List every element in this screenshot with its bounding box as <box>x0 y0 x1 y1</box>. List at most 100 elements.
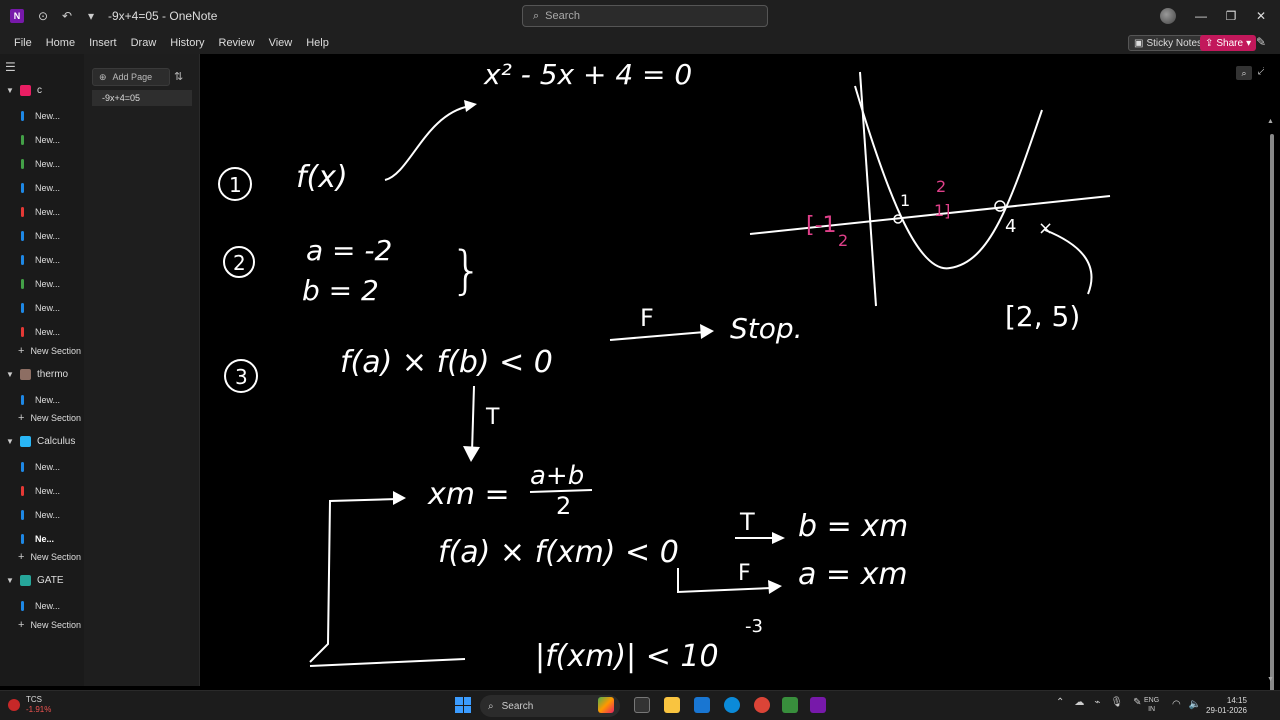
bluetooth-icon[interactable]: ⌁ <box>1094 697 1100 708</box>
start-button[interactable] <box>455 697 471 713</box>
section-item[interactable]: New... <box>0 322 84 342</box>
share-button[interactable]: ⇪ Share ▾ <box>1200 35 1257 51</box>
new-section-button[interactable]: + New Section <box>0 342 84 360</box>
section-item[interactable]: New... <box>0 390 84 410</box>
back-icon[interactable]: ⊙ <box>32 5 54 27</box>
section-item[interactable]: New... <box>0 226 84 246</box>
notebook-c[interactable]: ▼ c <box>0 80 84 100</box>
section-label: New... <box>35 279 61 289</box>
section-item[interactable]: New... <box>0 178 84 198</box>
close-button[interactable]: ✕ <box>1246 6 1276 26</box>
note-canvas[interactable]: x² - 5x + 4 = 0 1 f(x) 2 a = -2 b = 2 } … <box>200 54 1266 686</box>
menu-draw[interactable]: Draw <box>131 37 157 49</box>
notebook-icon <box>20 435 31 447</box>
file-explorer-icon[interactable] <box>664 697 680 713</box>
ink-true: T <box>485 405 500 430</box>
menu-review[interactable]: Review <box>219 37 255 49</box>
hamburger-icon[interactable]: ☰ <box>5 60 16 74</box>
sticky-notes-label: Sticky Notes <box>1146 37 1203 49</box>
section-item[interactable]: New... <box>0 130 84 150</box>
chevron-down-icon: ▼ <box>6 369 14 379</box>
add-page-button[interactable]: ⊕ Add Page <box>92 68 170 86</box>
profile-avatar[interactable] <box>1160 8 1176 24</box>
clock[interactable]: 14:15 29-01-2026 <box>1206 696 1247 716</box>
arrow-head <box>700 324 714 339</box>
pen-icon[interactable]: ✎ <box>1133 697 1141 708</box>
scroll-down-icon[interactable]: ▼ <box>1267 676 1274 683</box>
vertical-scrollbar[interactable]: ▲ ▼ <box>1264 54 1280 694</box>
section-item[interactable]: New... <box>0 298 84 318</box>
graph-x-axis <box>749 195 1111 235</box>
mic-icon[interactable]: 🎙 <box>1110 697 1123 708</box>
notebook-name: thermo <box>37 368 69 380</box>
menu-help[interactable]: Help <box>306 37 329 49</box>
new-section-label: New Section <box>30 620 81 630</box>
ink-interval: [2, 5) <box>1005 300 1080 333</box>
section-item[interactable]: New... <box>0 202 84 222</box>
search-icon: ⌕ <box>533 9 540 22</box>
section-item[interactable]: New... <box>0 274 84 294</box>
section-label: New... <box>35 231 61 241</box>
menu-home[interactable]: Home <box>46 37 75 49</box>
new-section-button[interactable]: + New Section <box>0 548 84 566</box>
ink-a-eq: a = -2 <box>306 234 392 267</box>
notebook-thermo[interactable]: ▼ thermo <box>0 364 84 384</box>
menu-file[interactable]: File <box>14 37 32 49</box>
section-item[interactable]: New... <box>0 250 84 270</box>
cloud-icon[interactable]: ☁ <box>1074 697 1084 708</box>
chevron-up-icon[interactable]: ⌃ <box>1056 697 1064 708</box>
new-section-button[interactable]: + New Section <box>0 409 84 427</box>
sort-icon[interactable]: ⇅ <box>174 70 183 83</box>
page-list: ⊕ Add Page ⇅ -9x+4=05 <box>84 54 200 686</box>
widget-app-icon[interactable] <box>598 697 614 713</box>
task-view-icon[interactable] <box>634 697 650 713</box>
section-item[interactable]: New... <box>0 457 84 477</box>
section-item[interactable]: Ne... <box>0 529 84 549</box>
section-item[interactable]: New... <box>0 106 84 126</box>
scroll-up-icon[interactable]: ▲ <box>1267 118 1274 125</box>
ink-step-3: 3 <box>235 365 248 389</box>
menu-insert[interactable]: Insert <box>89 37 117 49</box>
menu-view[interactable]: View <box>269 37 293 49</box>
wifi-icon[interactable]: ◠ <box>1172 699 1181 710</box>
ink-brace: } <box>450 241 483 301</box>
section-color-icon <box>21 601 24 611</box>
store-icon[interactable] <box>694 697 710 713</box>
section-label: New... <box>35 303 61 313</box>
search-input[interactable]: ⌕ Search <box>522 5 768 27</box>
scroll-thumb[interactable] <box>1270 134 1274 694</box>
volume-icon[interactable]: 🔈 <box>1189 699 1201 710</box>
page-item[interactable]: -9x+4=05 <box>92 90 192 106</box>
ink-frac-den: 2 <box>556 492 571 520</box>
sticky-notes-button[interactable]: ▣ Sticky Notes <box>1128 35 1209 51</box>
new-section-button[interactable]: + New Section <box>0 616 84 634</box>
chrome-icon[interactable] <box>754 697 770 713</box>
ink-pink-2b: 2 <box>838 231 848 250</box>
loop-bottom-line <box>309 658 466 667</box>
app-icon[interactable] <box>782 697 798 713</box>
minimize-button[interactable]: — <box>1186 6 1216 26</box>
section-item[interactable]: New... <box>0 481 84 501</box>
section-item[interactable]: New... <box>0 596 84 616</box>
pen-icon[interactable]: ✎ <box>1256 35 1266 49</box>
search-icon[interactable]: ⌕ <box>1236 66 1252 80</box>
arrow-head <box>464 100 477 112</box>
menu-history[interactable]: History <box>170 37 204 49</box>
notebook-calculus[interactable]: ▼ Calculus <box>0 431 84 451</box>
ink-root-4: 4 <box>1005 216 1016 237</box>
stock-widget[interactable]: TCS -1.91% <box>8 695 51 715</box>
arrow-to-interval <box>1044 229 1093 295</box>
quick-access-dropdown-icon[interactable]: ▾ <box>80 5 102 27</box>
notebook-gate[interactable]: ▼ GATE <box>0 570 84 590</box>
chevron-down-icon: ▼ <box>6 436 14 446</box>
edge-icon[interactable] <box>724 697 740 713</box>
maximize-button[interactable]: ❐ <box>1216 6 1246 26</box>
ink-step-1: 1 <box>229 173 242 197</box>
section-label: Ne... <box>35 534 55 544</box>
section-item[interactable]: New... <box>0 505 84 525</box>
section-item[interactable]: New... <box>0 154 84 174</box>
undo-icon[interactable]: ↶ <box>56 5 78 27</box>
onenote-taskbar-icon[interactable] <box>810 697 826 713</box>
notebook-icon <box>20 84 31 96</box>
language-indicator[interactable]: ENG IN <box>1144 696 1159 714</box>
